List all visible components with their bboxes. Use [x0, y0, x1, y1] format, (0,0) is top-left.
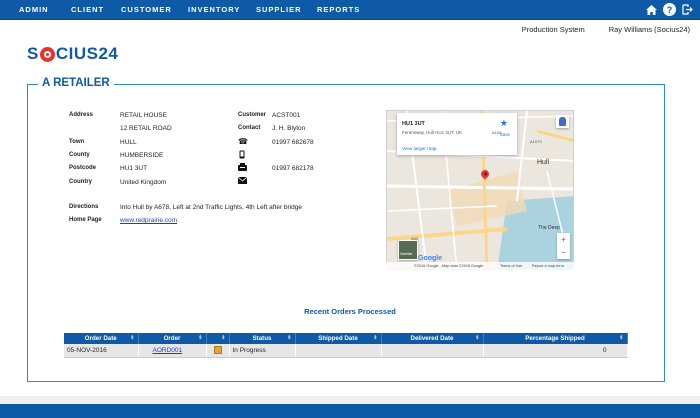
google-logo: Google: [418, 255, 443, 262]
system-name: Production System: [521, 25, 585, 34]
order-link[interactable]: AORD001: [153, 347, 183, 354]
map-label-hull: Hull: [537, 159, 550, 166]
cell-percentage: 0: [483, 344, 628, 358]
footer-bar: [0, 404, 700, 418]
cell-status: In Progress: [229, 344, 296, 358]
orders-table: Order Date ⇕ Order ⇕ ⇕ Status ⇕ Shipped Dat…: [64, 333, 628, 358]
map-label-a165: A165: [492, 130, 502, 135]
nav-reports[interactable]: REPORTS: [317, 5, 360, 14]
phone-icon: ☎: [238, 137, 248, 146]
town-label: Town: [69, 139, 85, 145]
map-label-the-deep: The Deep: [538, 225, 560, 231]
nav-supplier[interactable]: SUPPLIER: [256, 5, 302, 14]
zoom-in-button[interactable]: +: [557, 233, 570, 246]
nav-client[interactable]: CLIENT: [71, 5, 104, 14]
cell-icon: [206, 344, 230, 358]
email-icon: [237, 176, 248, 186]
map-card-title: HU1 3UT: [402, 121, 425, 127]
postcode-label: Postcode: [69, 165, 97, 171]
panel-title: A RETAILER: [38, 77, 114, 89]
homepage-label: Home Page: [69, 217, 102, 223]
col-shipped-date[interactable]: Shipped Date ⇕: [295, 333, 382, 344]
nav-admin[interactable]: ADMIN: [19, 5, 49, 14]
map-zoom-control[interactable]: + −: [557, 233, 570, 259]
package-icon: [213, 346, 222, 355]
nav-customer[interactable]: CUSTOMER: [121, 5, 172, 14]
col-percentage-shipped[interactable]: Percentage Shipped ⇕: [483, 333, 628, 344]
sort-icon: ⇕: [619, 335, 624, 341]
header-info: Production System Ray Williams (Socius24…: [522, 25, 690, 34]
map-footer: ©2016 Google - Map data ©2016 Google Ter…: [386, 262, 574, 270]
table-row: 05-NOV-2016 AORD001 In Progress 0: [64, 344, 628, 358]
map-card-subtitle: Ferensway, Hull HU1 3UT, UK: [402, 130, 463, 135]
homepage-link[interactable]: www.redprairie.com: [120, 217, 177, 224]
address-label: Address: [69, 112, 94, 118]
page-gap: [0, 396, 700, 404]
col-order-date[interactable]: Order Date ⇕: [64, 333, 139, 344]
socius24-logo: S CIUS24: [27, 44, 119, 63]
town-value: HULL: [120, 139, 137, 146]
fax-icon: [238, 163, 247, 173]
home-icon[interactable]: [645, 3, 658, 16]
nav-inventory[interactable]: INVENTORY: [188, 5, 240, 14]
contact-value: J. H. Blyton: [272, 125, 306, 132]
cell-delivered-date: [381, 344, 484, 358]
country-value: United Kingdom: [120, 179, 167, 186]
county-value: HUMBERSIDE: [120, 152, 164, 159]
col-order[interactable]: Order ⇕: [138, 333, 207, 344]
sort-icon: ⇕: [221, 335, 226, 341]
postcode-value: HU1 3UT: [120, 165, 148, 172]
customer-value: ACST001: [272, 112, 301, 119]
directions-label: Directions: [69, 204, 99, 210]
zoom-out-button[interactable]: −: [557, 246, 570, 259]
map-label-a1079: A1079: [530, 139, 542, 144]
logout-icon[interactable]: [681, 3, 694, 16]
user-name[interactable]: Ray Williams (Socius24): [609, 25, 690, 34]
star-icon[interactable]: ★: [500, 118, 508, 129]
col-status[interactable]: Status ⇕: [229, 333, 296, 344]
street-view-icon[interactable]: [556, 115, 569, 128]
address-line2: 12 RETAIL ROAD: [120, 125, 172, 132]
sort-icon: ⇕: [475, 335, 480, 341]
sort-icon: ⇕: [373, 335, 378, 341]
map-attribution: ©2016 Google - Map data ©2016 Google: [414, 264, 484, 268]
country-label: Country: [69, 179, 92, 185]
phone-value: 01997 682678: [272, 139, 314, 146]
satellite-toggle[interactable]: [398, 240, 418, 260]
col-icon[interactable]: ⇕: [206, 333, 230, 344]
help-icon[interactable]: ?: [663, 3, 676, 16]
map-report-link[interactable]: Report a map error: [532, 264, 564, 268]
sort-icon: ⇕: [198, 335, 203, 341]
fax-value: 01997 682178: [272, 165, 314, 172]
address-line1: RETAIL HOUSE: [120, 112, 167, 119]
orders-title: Recent Orders Processed: [304, 307, 396, 316]
satellite-label: Satellite: [400, 252, 413, 256]
cell-order-date: 05-NOV-2016: [64, 344, 139, 358]
view-larger-map-link[interactable]: View larger map: [402, 147, 437, 152]
sort-icon: ⇕: [287, 335, 292, 341]
mobile-icon: [239, 150, 245, 161]
top-nav: ADMIN CLIENT CUSTOMER INVENTORY SUPPLIER…: [0, 0, 700, 20]
cell-order: AORD001: [138, 344, 207, 358]
customer-label: Customer: [238, 112, 267, 118]
contact-label: Contact: [238, 125, 261, 131]
sort-icon: ⇕: [130, 335, 135, 341]
county-label: County: [69, 152, 90, 158]
cell-shipped-date: [295, 344, 382, 358]
col-delivered-date[interactable]: Delivered Date ⇕: [381, 333, 484, 344]
directions-value: Into Hull by A678, Left at 2nd Traffic L…: [120, 204, 302, 211]
map-terms-link[interactable]: Terms of Use: [500, 264, 522, 268]
